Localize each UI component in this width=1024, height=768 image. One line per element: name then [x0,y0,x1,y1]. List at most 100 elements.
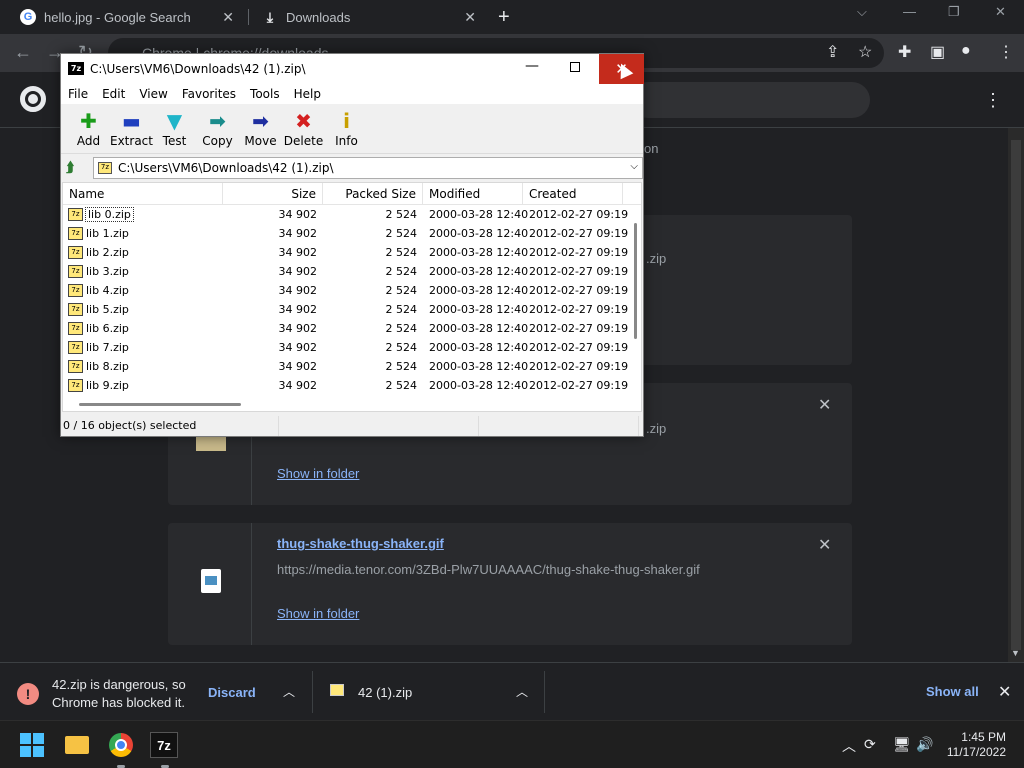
tab-downloads[interactable]: ⤓ Downloads ✕ [250,0,488,34]
show-in-folder-link[interactable]: Show in folder [277,606,359,621]
chevron-down-icon[interactable]: ⌵ [630,161,638,172]
path-combobox[interactable]: 7z C:\Users\VM6\Downloads\42 (1).zip\ ⌵ [93,157,643,179]
chevron-up-icon[interactable]: ︿ [283,683,295,700]
copy-icon: ➡ [209,109,226,133]
table-row[interactable]: 7z lib 7.zip 34 902 2 524 2000-03-28 12:40 20… [63,338,641,357]
test-button[interactable]: ▼ Test [153,104,196,153]
start-icon[interactable] [17,730,47,760]
new-tab-button[interactable]: + [498,6,510,29]
zip-file-icon: 7z [68,322,83,335]
close-window-icon[interactable]: ✕ [995,4,1006,20]
file-name: lib 2.zip [86,246,129,259]
remove-download-icon[interactable]: ✕ [818,395,831,415]
table-row[interactable]: 7z lib 3.zip 34 902 2 524 2000-03-28 12:40 20… [63,262,641,281]
tab-search-icon[interactable]: ⌵ [857,4,867,20]
back-icon[interactable]: ← [14,42,32,63]
horizontal-scrollbar[interactable] [79,403,241,406]
table-row[interactable]: 7z lib 6.zip 34 902 2 524 2000-03-28 12:40 20… [63,319,641,338]
tab-google-search[interactable]: G hello.jpg - Google Search ✕ [8,0,246,34]
date: 11/17/2022 [946,745,1006,759]
table-row[interactable]: 7z lib 0.zip 34 902 2 524 2000-03-28 12:40 20… [63,205,641,224]
minimize-icon[interactable]: — [903,4,916,19]
maximize-button[interactable] [570,62,580,72]
column-packed-size[interactable]: Packed Size [323,183,423,205]
cell-packed-size: 2 524 [385,246,418,259]
close-shelf-icon[interactable]: ✕ [998,682,1011,702]
cell-modified: 2000-03-28 12:40 [429,341,529,354]
tab-label: Downloads [286,9,351,25]
tray-chevron-icon[interactable]: ︿ [842,736,856,756]
menu-icon[interactable]: ⋮ [998,42,1014,62]
up-folder-icon[interactable]: ⮭ [66,160,74,176]
more-options-icon[interactable]: ⋮ [984,90,1002,111]
menu-help[interactable]: Help [293,84,327,104]
info-button[interactable]: i Info [325,104,368,153]
close-tab-icon[interactable]: ✕ [222,9,234,26]
cell-size: 34 902 [278,284,318,297]
restore-icon[interactable]: ❐ [948,4,960,20]
warning-line-1: 42.zip is dangerous, so [52,677,186,692]
test-label: Test [162,134,187,148]
show-in-folder-link[interactable]: Show in folder [277,466,359,481]
shelf-item-name[interactable]: 42 (1).zip [358,685,412,700]
table-row[interactable]: 7z lib 2.zip 34 902 2 524 2000-03-28 12:40 20… [63,243,641,262]
show-all-button[interactable]: Show all [926,684,979,699]
cell-packed-size: 2 524 [385,284,418,297]
obscured-text: on [644,141,659,156]
column-name[interactable]: Name [63,183,223,205]
table-row[interactable]: 7z lib 1.zip 34 902 2 524 2000-03-28 12:40 20… [63,224,641,243]
extensions-icon[interactable]: ✚ [898,42,911,62]
profile-icon[interactable]: ● [961,42,971,60]
zip-file-icon: 7z [68,208,83,221]
table-row[interactable]: 7z lib 4.zip 34 902 2 524 2000-03-28 12:40 20… [63,281,641,300]
add-label: Add [76,134,101,148]
menu-tools[interactable]: Tools [249,84,286,104]
column-modified[interactable]: Modified [423,183,523,205]
info-icon: i [343,109,350,133]
cell-modified: 2000-03-28 12:40 [429,379,529,392]
menu-file[interactable]: File [67,84,94,104]
search-downloads-input[interactable] [630,82,870,118]
file-explorer-icon[interactable] [62,730,92,760]
table-row[interactable]: 7z lib 8.zip 34 902 2 524 2000-03-28 12:40 20… [63,357,641,376]
taskbar: 7z ︿ ⟳ 🖥 🔊 1:45 PM 11/17/2022 [0,720,1024,768]
table-row[interactable]: 7z lib 9.zip 34 902 2 524 2000-03-28 12:40 20… [63,376,641,395]
7zip-icon[interactable]: 7z [149,730,179,760]
vertical-scrollbar[interactable] [634,223,637,339]
menu-edit[interactable]: Edit [101,84,131,104]
file-name: lib 3.zip [86,265,129,278]
close-tab-icon[interactable]: ✕ [464,9,476,26]
title-bar[interactable]: 7z C:\Users\VM6\Downloads\42 (1).zip\ — … [61,54,644,84]
extract-button[interactable]: ▬ Extract [110,104,153,153]
move-button[interactable]: ➡ Move [239,104,282,153]
copy-button[interactable]: ➡ Copy [196,104,239,153]
status-cell [279,416,479,436]
file-name-link[interactable]: thug-shake-thug-shaker.gif [277,536,444,551]
zip-file-icon: 7z [68,303,83,316]
delete-button[interactable]: ✖ Delete [282,104,325,153]
add-button[interactable]: ✚ Add [67,104,110,153]
cell-modified: 2000-03-28 12:40 [429,246,529,259]
menu-favorites[interactable]: Favorites [181,84,242,104]
file-name: lib 8.zip [86,360,129,373]
discard-button[interactable]: Discard [208,685,256,700]
scroll-down-icon[interactable]: ▼ [1011,648,1020,658]
bookmark-star-icon[interactable]: ☆ [858,42,872,62]
column-size[interactable]: Size [223,183,323,205]
side-panel-icon[interactable]: ▣ [930,42,945,62]
status-bar: 0 / 16 object(s) selected [61,416,643,436]
volume-icon[interactable]: 🔊 [916,736,933,753]
network-icon[interactable]: 🖥 [893,736,911,753]
chevron-up-icon[interactable]: ︿ [516,683,528,700]
minimize-button[interactable]: — [525,58,539,74]
share-icon[interactable]: ⇪ [826,42,839,62]
page-scroll-thumb[interactable] [1011,140,1021,650]
update-icon[interactable]: ⟳ [864,736,876,753]
table-row[interactable]: 7z lib 5.zip 34 902 2 524 2000-03-28 12:40 20… [63,300,641,319]
chrome-icon[interactable] [106,730,136,760]
zip-file-icon: 7z [68,227,83,240]
remove-download-icon[interactable]: ✕ [818,535,831,555]
clock[interactable]: 1:45 PM 11/17/2022 [944,730,1006,760]
column-created[interactable]: Created [523,183,623,205]
menu-view[interactable]: View [138,84,173,104]
